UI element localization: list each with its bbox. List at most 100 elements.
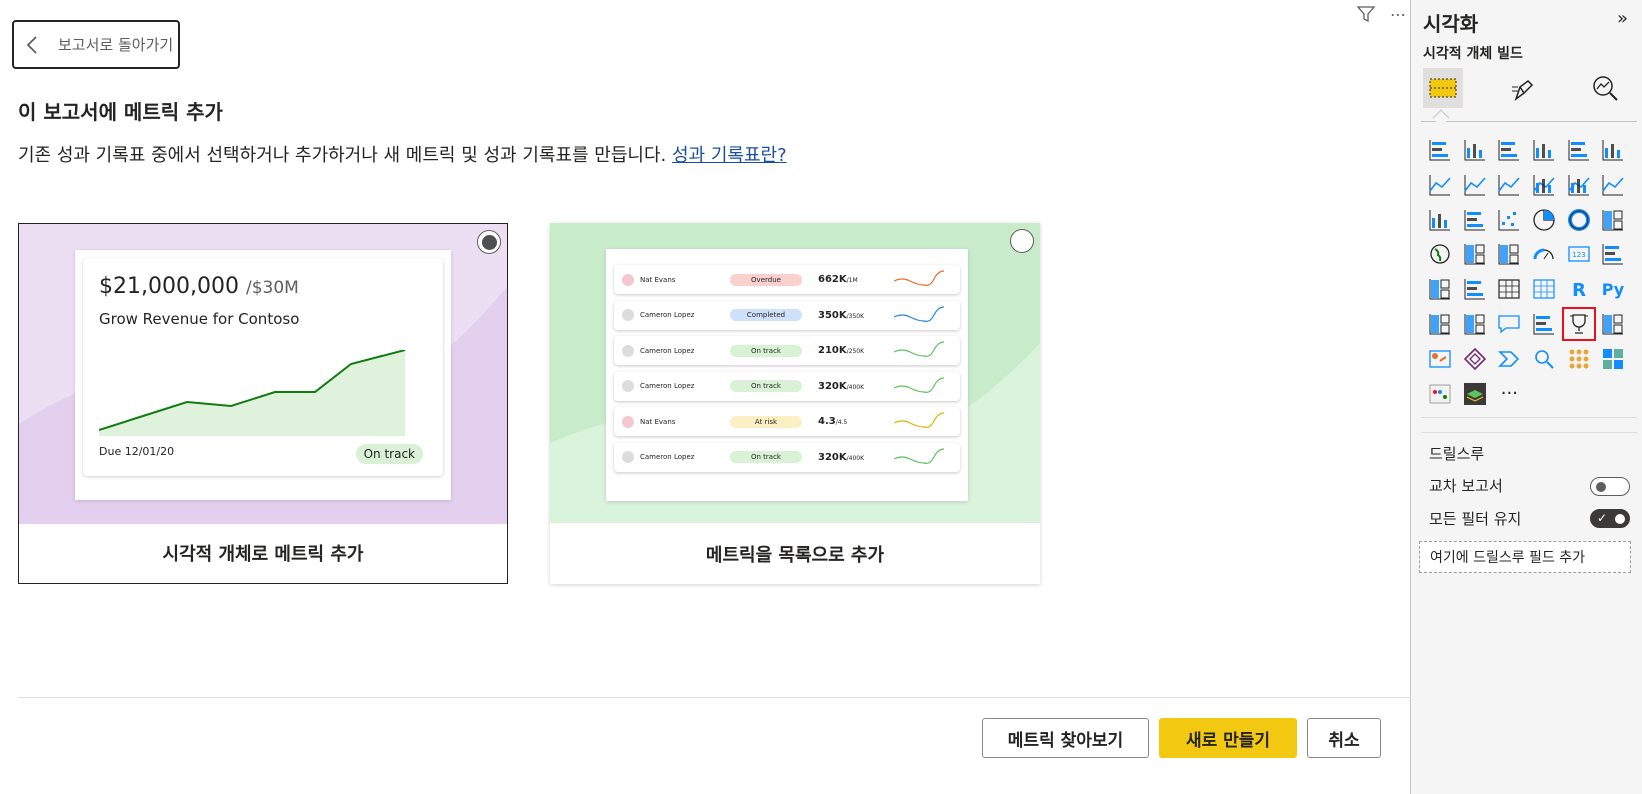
- add-as-visual-card[interactable]: $21,000,000 /$30M Grow Revenue for Conto…: [18, 223, 508, 584]
- line-clustered-column-chart-icon[interactable]: [1527, 168, 1561, 202]
- metric-list-row: Cameron Lopez On track 210K/250K: [614, 336, 960, 365]
- list-radio-button[interactable]: [1010, 229, 1034, 253]
- line-stacked-column-chart-icon[interactable]: [1562, 168, 1596, 202]
- owner-name: Cameron Lopez: [640, 346, 695, 355]
- metric-target: /400K: [846, 383, 865, 391]
- multi-row-card-icon[interactable]: [1596, 237, 1630, 271]
- donut-chart-icon[interactable]: [1562, 203, 1596, 237]
- drillthrough-field-dropzone[interactable]: 여기에 드릴스루 필드 추가: [1419, 541, 1631, 573]
- custom-visual-tiles-icon[interactable]: [1596, 342, 1630, 376]
- visual-type-grid: 123 R Py ···: [1423, 133, 1639, 411]
- sparkline: [894, 447, 944, 464]
- format-visual-tab-icon[interactable]: [1503, 68, 1543, 108]
- clustered-column-chart-icon[interactable]: [1527, 133, 1561, 167]
- sparkline: [894, 412, 944, 428]
- custom-visual-calendar-icon[interactable]: [1423, 377, 1457, 411]
- metric-target: /4.5: [835, 419, 848, 426]
- owner-avatar: [622, 309, 634, 321]
- table-icon[interactable]: [1492, 272, 1526, 306]
- top-icons: ⋯: [1354, 2, 1410, 26]
- stacked-bar-chart-icon[interactable]: [1423, 133, 1457, 167]
- analytics-tab-icon[interactable]: [1585, 68, 1625, 108]
- cross-report-toggle[interactable]: [1590, 477, 1630, 496]
- 100-stacked-bar-chart-icon[interactable]: [1562, 133, 1596, 167]
- qa-icon[interactable]: [1492, 307, 1526, 341]
- sparkline: [894, 341, 944, 357]
- metric-value: 320K/400K: [818, 451, 865, 463]
- sparkline: [894, 270, 944, 286]
- decomposition-tree-icon[interactable]: [1458, 307, 1492, 341]
- stacked-area-chart-icon[interactable]: [1492, 168, 1526, 202]
- clustered-bar-chart-icon[interactable]: [1492, 133, 1526, 167]
- metrics-icon[interactable]: [1561, 306, 1596, 341]
- status-pill: On track: [730, 344, 802, 357]
- power-automate-icon[interactable]: [1492, 342, 1526, 376]
- r-script-visual-icon[interactable]: R: [1562, 272, 1596, 306]
- slicer-icon[interactable]: [1458, 272, 1492, 306]
- python-visual-icon[interactable]: Py: [1596, 272, 1630, 306]
- tab-caret: [1432, 109, 1450, 127]
- metric-target: /$30M: [245, 278, 299, 298]
- funnel-chart-icon[interactable]: [1458, 203, 1492, 237]
- drillthrough-title: 드릴스루: [1429, 445, 1485, 463]
- owner-avatar: [622, 273, 634, 286]
- create-new-button[interactable]: 새로 만들기: [1159, 718, 1297, 758]
- treemap-icon[interactable]: [1596, 203, 1630, 237]
- collapse-pane-icon[interactable]: »: [1617, 8, 1628, 29]
- custom-visual-layers-icon[interactable]: [1458, 377, 1492, 411]
- browse-metrics-button[interactable]: 메트릭 찾아보기: [982, 718, 1149, 758]
- ribbon-chart-icon[interactable]: [1596, 168, 1630, 202]
- cancel-button[interactable]: 취소: [1307, 718, 1381, 758]
- add-as-list-card[interactable]: Nat Evans Overdue 662K/1M Cameron Lopez Comp…: [550, 223, 1040, 584]
- scorecard-help-link[interactable]: 성과 기록표란?: [672, 145, 787, 166]
- visual-radio-button[interactable]: [477, 230, 501, 254]
- metric-amount: $21,000,000 /$30M: [99, 274, 299, 299]
- azure-map-icon[interactable]: [1423, 342, 1457, 376]
- area-chart-icon[interactable]: [1458, 168, 1492, 202]
- shape-map-icon[interactable]: [1492, 237, 1526, 271]
- metric-list-row: Cameron Lopez On track 320K/400K: [614, 443, 960, 472]
- owner-name: Nat Evans: [640, 275, 676, 284]
- smart-narrative-icon[interactable]: [1527, 307, 1561, 341]
- more-visuals-icon[interactable]: ···: [1492, 377, 1526, 411]
- keep-all-filters-toggle[interactable]: ✓: [1590, 509, 1630, 528]
- owner-avatar: [622, 451, 634, 463]
- status-pill: Overdue: [730, 273, 802, 286]
- matrix-icon[interactable]: [1527, 272, 1561, 306]
- status-pill: Completed: [730, 309, 802, 321]
- scatter-chart-icon[interactable]: [1492, 203, 1526, 237]
- visualizations-pane: 시각화 » 시각적 개체 빌드 123 R Py ··· 드릴스루 교차 보고서 모든…: [1410, 0, 1642, 794]
- visual-preview: $21,000,000 /$30M Grow Revenue for Conto…: [19, 224, 507, 524]
- map-icon[interactable]: [1423, 237, 1457, 271]
- metric-value: 662K/1M: [818, 274, 858, 285]
- waterfall-chart-icon[interactable]: [1423, 203, 1457, 237]
- stacked-column-chart-icon[interactable]: [1458, 133, 1492, 167]
- metric-card-inner: $21,000,000 /$30M Grow Revenue for Conto…: [83, 258, 443, 476]
- line-chart-icon[interactable]: [1423, 168, 1457, 202]
- gauge-icon[interactable]: [1527, 237, 1561, 271]
- svg-text:R: R: [1572, 280, 1586, 301]
- kpi-icon[interactable]: [1423, 272, 1457, 306]
- svg-text:Py: Py: [1602, 280, 1625, 299]
- filled-map-icon[interactable]: [1458, 237, 1492, 271]
- pane-tabs: [1421, 66, 1637, 127]
- owner-name: Nat Evans: [640, 417, 676, 426]
- build-visual-tab-icon[interactable]: [1423, 68, 1463, 108]
- back-to-report-button[interactable]: 보고서로 돌아가기: [12, 20, 180, 69]
- owner-name: Cameron Lopez: [640, 382, 695, 390]
- 100-stacked-column-chart-icon[interactable]: [1596, 133, 1630, 167]
- pie-chart-icon[interactable]: [1527, 203, 1561, 237]
- footer-divider: [18, 697, 1410, 698]
- custom-visual-dots-icon[interactable]: [1562, 342, 1596, 376]
- card-icon[interactable]: 123: [1562, 237, 1596, 271]
- more-options-icon[interactable]: ⋯: [1386, 2, 1410, 26]
- key-influencers-icon[interactable]: [1423, 307, 1457, 341]
- filter-icon[interactable]: [1354, 2, 1378, 26]
- metric-value: 4.3/4.5: [818, 416, 848, 427]
- pane-divider: [1421, 432, 1637, 433]
- metric-card-preview: $21,000,000 /$30M Grow Revenue for Conto…: [75, 250, 451, 500]
- power-apps-icon[interactable]: [1458, 342, 1492, 376]
- paginated-report-icon[interactable]: [1596, 307, 1630, 341]
- search-icon[interactable]: [1527, 342, 1561, 376]
- back-button-label: 보고서로 돌아가기: [58, 36, 174, 54]
